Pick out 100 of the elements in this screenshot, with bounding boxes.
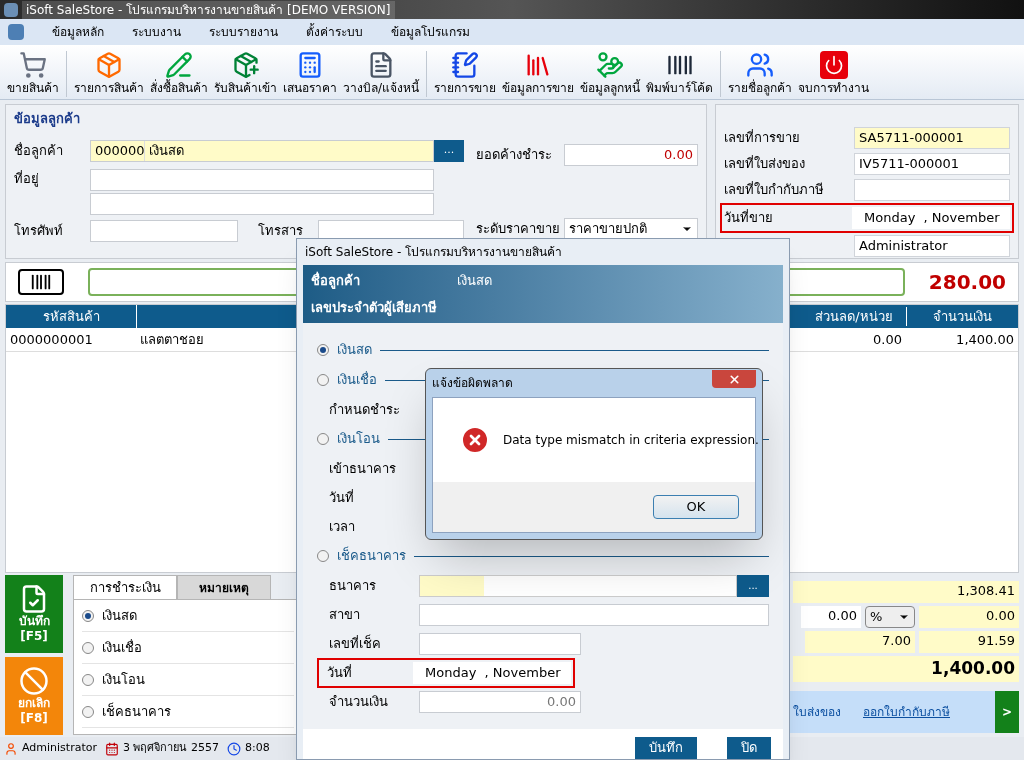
field[interactable]: SA5711-000001 [854,127,1010,149]
payment-radio[interactable]: เงินเชื่อ [82,632,294,664]
barcode-icon[interactable] [18,269,64,295]
bank-field[interactable] [419,574,737,597]
box-icon [231,51,260,79]
section-title: ข้อมูลลูกค้า [14,110,81,129]
header-value: เงินสด [457,271,492,290]
discount-field[interactable]: 0.00 [801,606,861,628]
link[interactable]: ใบส่งของ [793,703,841,721]
menu-item[interactable]: ข้อมูลหลัก [52,23,104,41]
field-label: ชื่อลูกค้า [14,141,64,161]
grand-total-field: 1,400.00 [793,656,1019,682]
field-label: สาขา [329,605,361,624]
field-label: วันที่ [329,488,355,507]
total-amount: 280.00 [928,269,1006,296]
toolbar-button[interactable]: วางบิล/แจ้งหนี้ [340,51,423,97]
field[interactable]: IV5711-000001 [854,153,1010,175]
close-button[interactable] [712,370,756,388]
field-label: กำหนดชำระ [329,400,401,419]
field-label: วันที่ [327,663,353,682]
section-label: เงินสด [337,341,372,360]
status-user: Administrator [22,740,97,757]
date-picker[interactable]: Monday , November [413,661,571,684]
discount-amount-field: 0.00 [919,606,1019,628]
field-label: เลขที่ใบกำกับภาษี [724,180,824,200]
customer-name: เงินสด [148,141,185,160]
menu-item[interactable]: ระบบรายงาน [209,23,278,41]
section-label: เงินโอน [337,430,380,449]
link[interactable]: ออกใบกำกับภาษี [863,703,950,721]
toolbar-button[interactable]: ขายสินค้า [4,51,62,97]
payment-radio[interactable]: เงินโอน [82,664,294,696]
column-header: ส่วนลด/หน่วย [814,307,894,326]
balance-field[interactable]: 0.00 [564,143,698,166]
section-label: เงินเชื่อ [337,370,377,390]
header-label: เลขประจำตัวผู้เสียภาษี [311,299,438,318]
cart-icon [19,51,47,79]
field-label: เลขที่ใบส่งของ [724,154,805,174]
error-message: Data type mismatch in criteria expression. [503,432,759,449]
toolbar-button[interactable]: รายการสินค้า [71,51,147,97]
payment-radio[interactable]: เงินสด [82,600,294,632]
dialog-button[interactable]: บันทึก [635,737,697,759]
radio-icon[interactable] [317,344,329,356]
table-cell: แลตตาชอย [140,331,204,347]
field-label: โทรศัพท์ [14,221,64,240]
toolbar-button[interactable]: สั่งซื้อสินค้า [147,51,211,97]
vat-field: 91.59 [919,631,1019,653]
column-header: รหัสสินค้า [41,307,101,326]
field-label: เลขที่การขาย [724,128,800,148]
toolbar-button[interactable]: รายการขาย [431,51,500,97]
toolbar-button[interactable]: จบการทำงาน [795,51,873,97]
app-menu-icon[interactable] [8,24,24,40]
toolbar-button[interactable]: เสนอราคา [280,51,340,97]
next-button[interactable]: > [995,691,1019,733]
menu-item[interactable]: ระบบงาน [132,23,181,41]
browse-button[interactable]: ... [434,139,464,162]
toolbar-button[interactable]: พิมพ์บาร์โค้ด [643,51,717,97]
section-label: เช็คธนาคาร [337,546,406,566]
radio-icon[interactable] [317,374,329,386]
header-label: ชื่อลูกค้า [311,270,361,290]
ok-button[interactable]: OK [653,495,739,519]
clock-icon [227,741,241,756]
subtotal-field: 1,308.41 [793,581,1019,603]
field-label: ที่อยู่ [14,169,40,189]
customer-field[interactable]: 000000 เงินสด [90,139,434,162]
menu-item[interactable]: ข้อมูลโปรแกรม [391,23,470,41]
field-label: ระดับราคาขาย [476,219,561,238]
menu-item[interactable]: ตั้งค่าระบบ [306,23,363,41]
vat-rate-field: 7.00 [805,631,915,653]
address-field[interactable] [90,168,434,191]
pencil-icon [165,51,193,79]
cheque-number-field[interactable] [419,632,581,655]
save-button[interactable]: บันทึก [F5] [5,575,63,653]
browse-button[interactable]: ... [737,574,769,597]
money-icon [596,51,625,79]
window-title: iSoft SaleStore - โปรแกรมบริหารงานขายสินค้า [DEMO VERSION] [22,0,395,19]
toolbar-button[interactable]: ข้อมูลลูกหนี้ [577,51,644,97]
toolbar-button[interactable]: ข้อมูลการขาย [499,51,578,97]
tab[interactable]: หมายเหตุ [177,575,271,599]
price-level-dropdown[interactable]: ราคาขายปกติ [564,217,698,240]
dialog-title: แจ้งข้อผิดพลาด [432,375,513,392]
payment-radio[interactable]: เช็คธนาคาร [82,696,294,728]
address-field[interactable] [90,192,434,215]
field-label: เลขที่เช็ค [329,633,382,653]
toolbar-button[interactable]: รายชื่อลูกค้า [725,51,796,97]
field[interactable]: Administrator [854,235,1010,257]
discount-unit-dropdown[interactable]: % [865,606,915,628]
radio-icon[interactable] [317,550,329,562]
document-blocked-icon [19,666,49,696]
tab[interactable]: การชำระเงิน [73,575,177,599]
customer-code: 000000 [91,140,145,161]
table-cell-text: 1,400.00 [955,330,1015,349]
toolbar-button[interactable]: รับสินค้าเข้า [211,51,280,97]
field[interactable] [854,179,1010,201]
phone-field[interactable] [90,219,238,242]
branch-field[interactable] [419,603,769,626]
radio-icon[interactable] [317,433,329,445]
dialog-button[interactable]: ปิด [727,737,771,759]
amount-field[interactable]: 0.00 [419,690,581,713]
date-picker[interactable]: Monday , November [852,207,1010,229]
close-icon [727,372,741,386]
